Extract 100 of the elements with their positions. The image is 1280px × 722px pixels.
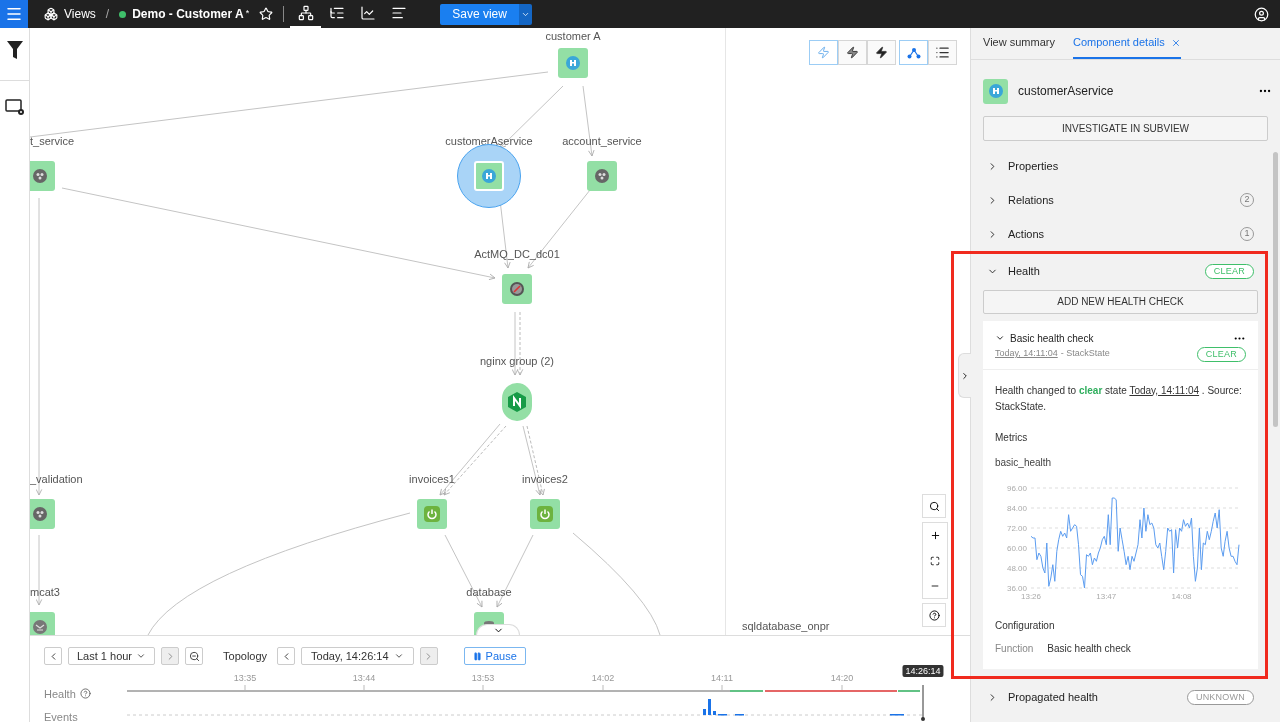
help-icon[interactable] (80, 688, 91, 699)
row-label: Events (44, 710, 78, 722)
section-header[interactable]: Health CLEAR (983, 254, 1258, 288)
power-icon (424, 506, 440, 522)
menu-button[interactable] (0, 0, 28, 28)
metrics-heading: Metrics (995, 430, 1029, 445)
node-label: invoices1 (409, 472, 455, 486)
bolt-icon (875, 46, 888, 59)
node-label: invoices2 (522, 472, 568, 486)
filter-icon[interactable] (6, 41, 23, 59)
y-tick-label: 36.00 (1006, 583, 1027, 593)
chart-title: basic_health (995, 455, 1053, 470)
cluster-icon (33, 507, 47, 521)
mode-label: Topology (223, 648, 268, 664)
node-label: nginx group (2) (480, 354, 554, 368)
node-label: mcat3 (30, 585, 60, 599)
panel-tab[interactable]: Component details (1072, 28, 1181, 59)
modified-mark: * (245, 7, 250, 21)
investigate-button[interactable]: INVESTIGATE IN SUBVIEW (983, 116, 1268, 141)
tick-label: 13:53 (471, 672, 495, 685)
node-label: account_service (562, 134, 642, 148)
events-icon (390, 5, 407, 21)
component-node[interactable] (417, 499, 447, 529)
section-header[interactable]: Actions 1 (983, 217, 1258, 251)
view-name: Demo - Customer A (132, 6, 244, 23)
x-tick-label: 13:47 (1096, 591, 1117, 601)
node-label: customer A (545, 29, 601, 43)
section-header[interactable]: Relations 2 (983, 183, 1258, 217)
user-icon[interactable] (1254, 6, 1269, 22)
chevron-down-icon (492, 625, 504, 635)
y-tick-label: 84.00 (1006, 503, 1027, 513)
time-link[interactable]: Today, 14:11:04 (995, 347, 1058, 361)
config-value: Basic health check (1047, 641, 1131, 656)
bolt-icon (846, 46, 859, 59)
monitor-gear-icon[interactable] (4, 99, 25, 117)
pause-icon (472, 651, 482, 661)
help-button[interactable] (922, 603, 946, 627)
chart-icon (359, 5, 376, 21)
status-badge: UNKNOWN (1186, 690, 1254, 705)
component-node[interactable] (530, 499, 560, 529)
node-label: ActMQ_DC_dc01 (474, 247, 560, 261)
add-health-check-button[interactable]: ADD NEW HEALTH CHECK (983, 289, 1258, 314)
toolbar-button[interactable] (928, 40, 957, 65)
check-source: - StackState (1060, 347, 1111, 361)
component-node[interactable] (558, 48, 588, 78)
chevron-down-icon[interactable] (995, 333, 1005, 343)
list-icon (935, 45, 950, 60)
status-badge: CLEAR (1204, 263, 1254, 279)
current-time-label: 14:26:14 (902, 665, 944, 677)
plus-icon (929, 530, 941, 541)
toolbar-button[interactable] (838, 40, 867, 65)
graph-icon (906, 46, 921, 59)
section-title: Health (1008, 263, 1041, 279)
pause-button[interactable]: Pause (463, 647, 526, 665)
time-dropdown[interactable]: Today, 14:26:14 (301, 647, 414, 665)
zoom-out-button[interactable] (185, 647, 204, 665)
fit-icon (930, 555, 940, 566)
section-title: Propagated health (1008, 690, 1099, 706)
x-tick-label: 13:26 (1021, 591, 1041, 601)
section-header[interactable]: Propagated health UNKNOWN (983, 680, 1258, 715)
component-node[interactable] (30, 499, 55, 529)
compass-icon (509, 281, 525, 297)
breadcrumb-link[interactable]: Views (64, 5, 96, 23)
search-icon (928, 500, 940, 512)
component-node[interactable] (30, 161, 55, 191)
topology-icon (297, 5, 314, 21)
cluster-icon (33, 169, 47, 183)
scrollbar[interactable] (1273, 152, 1278, 427)
y-tick-label: 60.00 (1006, 543, 1027, 553)
help-icon (928, 609, 940, 621)
tick-label: 14:02 (591, 672, 615, 685)
row-label: Health (44, 687, 76, 702)
component-node[interactable] (502, 274, 532, 304)
component-node[interactable] (587, 161, 617, 191)
y-tick-label: 72.00 (1006, 523, 1027, 533)
search-button[interactable] (922, 494, 946, 518)
component-name: customerAservice (1018, 83, 1115, 100)
y-tick-label: 96.00 (1006, 483, 1027, 493)
star-icon[interactable] (259, 7, 274, 21)
panel-tab[interactable]: View summary (983, 28, 1055, 59)
node-label: t_service (30, 134, 75, 148)
node-label: database (466, 585, 512, 599)
list-icon (328, 5, 345, 21)
hexagon-icon (507, 391, 527, 413)
save-view-button[interactable]: Save view (440, 3, 519, 25)
section-title: Relations (1008, 192, 1055, 208)
section-header[interactable]: Properties (983, 149, 1258, 183)
tick-label: 14:20 (830, 672, 854, 685)
menu-icon (5, 5, 23, 23)
status-badge: CLEAR (1196, 346, 1246, 362)
power-icon (537, 506, 553, 522)
close-icon[interactable] (1170, 37, 1181, 48)
tick-label: 13:44 (352, 672, 376, 685)
range-dropdown[interactable]: Last 1 hour (68, 647, 156, 665)
x-tick-label: 14:08 (1171, 591, 1192, 601)
node-label: _validation (30, 472, 83, 486)
collapse-handle[interactable] (958, 353, 971, 398)
toolbar-button[interactable] (867, 40, 896, 65)
caret-icon (393, 651, 404, 661)
tick-label: 13:35 (233, 672, 257, 685)
